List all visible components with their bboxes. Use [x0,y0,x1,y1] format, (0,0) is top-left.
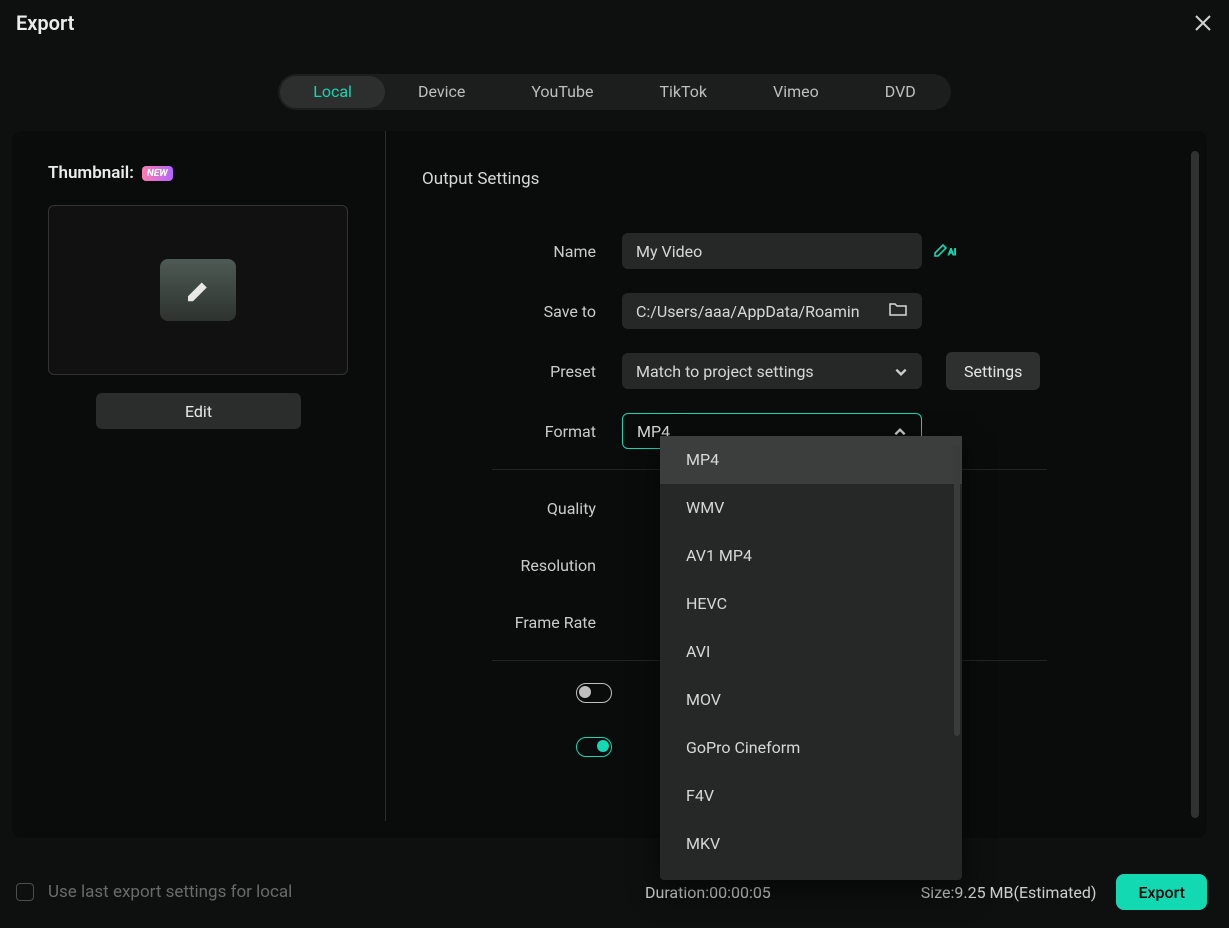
svg-text:AI: AI [948,248,956,258]
tab-device[interactable]: Device [385,76,498,108]
tab-vimeo[interactable]: Vimeo [740,76,852,108]
saveto-field[interactable]: C:/Users/aaa/AppData/Roamin [622,293,922,329]
tab-dvd[interactable]: DVD [852,76,949,108]
status-duration: Duration:00:00:05 [645,883,771,902]
format-option-hevc[interactable]: HEVC [660,580,962,628]
page-title: Export [16,11,74,35]
name-label: Name [422,242,622,261]
ai-rename-icon[interactable]: AI [932,239,958,263]
export-button[interactable]: Export [1116,874,1207,910]
format-option-mp4[interactable]: MP4 [660,436,962,484]
thumbnail-preview[interactable] [48,205,348,375]
preset-label: Preset [422,362,622,381]
panel-scrollbar[interactable] [1191,151,1199,818]
resolution-label: Resolution [422,556,622,575]
format-option-avi[interactable]: AVI [660,628,962,676]
folder-icon[interactable] [888,301,908,321]
format-option-wmv[interactable]: WMV [660,484,962,532]
framerate-label: Frame Rate [422,613,622,632]
format-label: Format [422,422,622,441]
export-tabs: Local Device YouTube TikTok Vimeo DVD [278,74,951,110]
pencil-icon [160,259,236,321]
preset-value: Match to project settings [636,362,814,381]
tab-local[interactable]: Local [280,76,385,108]
output-settings-heading: Output Settings [422,169,1207,189]
toggle-2[interactable] [576,737,612,757]
tab-tiktok[interactable]: TikTok [626,76,740,108]
use-last-settings-checkbox[interactable] [16,883,34,901]
format-option-mov[interactable]: MOV [660,676,962,724]
use-last-settings-label: Use last export settings for local [48,882,292,902]
saveto-value: C:/Users/aaa/AppData/Roamin [636,302,860,321]
tab-youtube[interactable]: YouTube [498,76,626,108]
toggle-1[interactable] [576,683,612,703]
format-dropdown: MP4 WMV AV1 MP4 HEVC AVI MOV GoPro Cinef… [660,436,962,880]
edit-thumbnail-button[interactable]: Edit [96,393,301,429]
quality-label: Quality [422,499,622,518]
format-option-f4v[interactable]: F4V [660,772,962,820]
close-icon[interactable] [1193,13,1213,33]
saveto-label: Save to [422,302,622,321]
new-badge: NEW [142,166,173,181]
format-option-mkv[interactable]: MKV [660,820,962,868]
name-field[interactable] [622,233,922,269]
format-option-gopro[interactable]: GoPro Cineform [660,724,962,772]
thumbnail-label: Thumbnail: [48,163,134,183]
dropdown-scrollbar[interactable] [954,446,960,736]
preset-settings-button[interactable]: Settings [946,352,1040,390]
status-size: Size:9.25 MB(Estimated) [921,883,1097,902]
format-option-av1mp4[interactable]: AV1 MP4 [660,532,962,580]
chevron-down-icon [894,364,908,378]
preset-select[interactable]: Match to project settings [622,353,922,389]
